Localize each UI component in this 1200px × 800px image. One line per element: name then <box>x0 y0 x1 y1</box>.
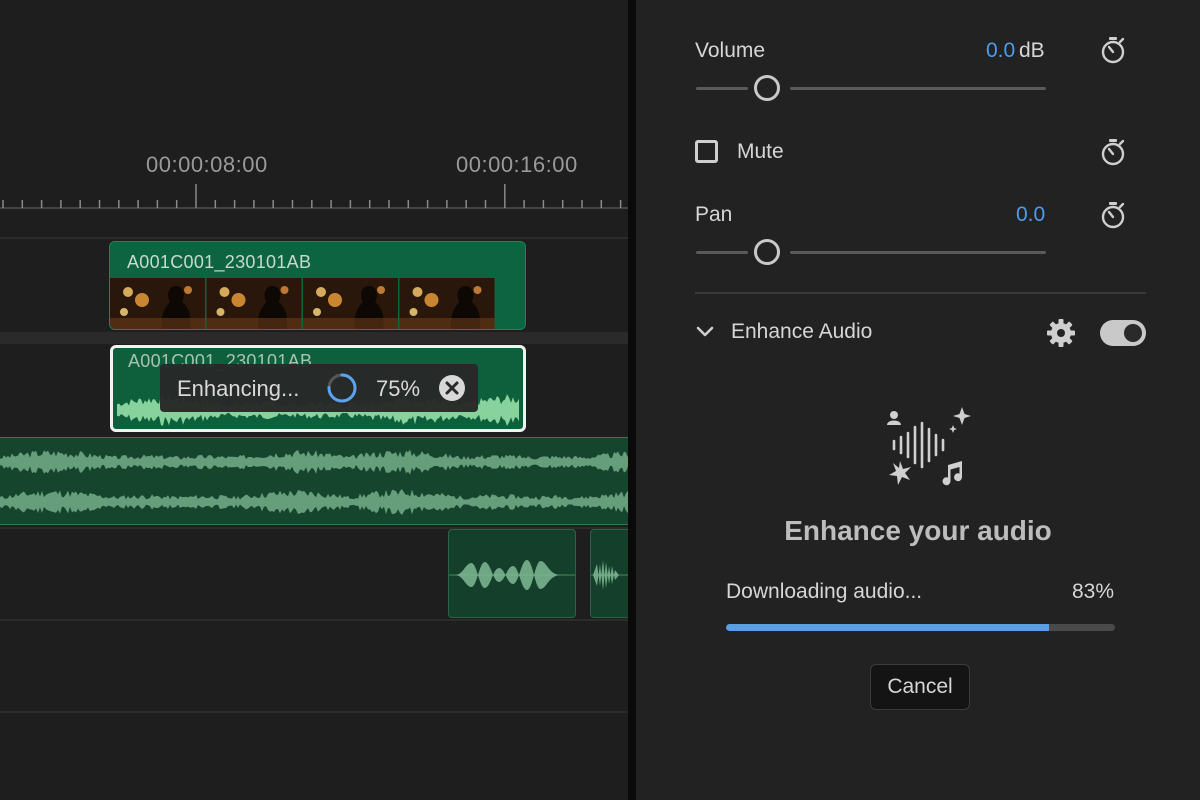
download-status-label: Downloading audio... <box>726 580 923 603</box>
volume-label: Volume <box>695 39 766 62</box>
sfx-waveform <box>449 560 575 590</box>
volume-unit: dB <box>1019 39 1045 62</box>
stopwatch-icon[interactable] <box>1100 138 1126 166</box>
cancel-button[interactable]: Cancel <box>870 664 970 710</box>
video-thumbnail <box>110 278 205 329</box>
video-thumbnail <box>303 278 398 329</box>
timeline-panel[interactable]: 00:00:08:00 00:00:16:00 A001C001_230101A… <box>0 0 628 800</box>
section-divider <box>695 292 1146 294</box>
slider-track-left <box>696 251 748 254</box>
track-divider <box>0 619 628 621</box>
pan-value[interactable]: 0.0 <box>1016 203 1045 227</box>
spinner-icon <box>327 373 357 403</box>
slider-knob[interactable] <box>754 239 780 265</box>
stopwatch-icon[interactable] <box>1100 36 1126 64</box>
enhancing-status-label: Enhancing... <box>177 376 300 401</box>
video-clip-name: A001C001_230101AB <box>127 252 312 272</box>
track-divider <box>0 711 628 713</box>
stereo-waveform <box>0 449 628 515</box>
panel-divider[interactable] <box>628 0 636 800</box>
volume-value[interactable]: 0.0 <box>986 39 1015 63</box>
pan-slider[interactable] <box>696 237 1046 267</box>
track-divider <box>0 332 628 344</box>
gear-icon[interactable] <box>1046 318 1076 348</box>
timecode-label-16s: 00:00:16:00 <box>456 152 578 177</box>
sfx-clip[interactable] <box>448 529 576 618</box>
mute-label: Mute <box>737 140 784 163</box>
slider-track-right <box>790 87 1046 90</box>
sfx-waveform <box>591 560 628 590</box>
enhance-audio-section-title[interactable]: Enhance Audio <box>731 320 872 344</box>
pan-label: Pan <box>695 203 733 226</box>
toggle-knob <box>1124 324 1142 342</box>
video-thumbnails <box>110 278 495 329</box>
time-ruler[interactable] <box>0 180 628 212</box>
volume-slider[interactable] <box>696 73 1046 103</box>
download-progress-fill <box>726 624 1049 631</box>
enhancing-status-overlay: Enhancing... 75% <box>160 364 478 412</box>
track-divider <box>0 237 628 239</box>
enhance-audio-toggle[interactable] <box>1100 320 1146 346</box>
video-thumbnail <box>399 278 495 329</box>
stopwatch-icon[interactable] <box>1100 201 1126 229</box>
stereo-audio-clip[interactable] <box>0 437 628 525</box>
enhancing-percent: 75% <box>376 376 421 401</box>
mute-checkbox[interactable] <box>695 140 718 163</box>
slider-track-left <box>696 87 748 90</box>
chevron-down-icon[interactable] <box>695 322 715 342</box>
timecode-label-8s: 00:00:08:00 <box>146 152 268 177</box>
slider-knob[interactable] <box>754 75 780 101</box>
sfx-clip[interactable] <box>590 529 628 618</box>
video-thumbnail <box>206 278 302 329</box>
slider-track-right <box>790 251 1046 254</box>
close-circle-icon[interactable] <box>438 374 466 402</box>
download-progress-bar <box>726 624 1115 631</box>
video-clip[interactable]: A001C001_230101AB <box>109 241 526 330</box>
audio-properties-panel: Volume 0.0 dB Mute Pan 0.0 Enhance Audio… <box>636 0 1200 800</box>
enhance-audio-illustration-icon <box>887 407 971 486</box>
download-percent: 83% <box>1071 580 1114 603</box>
enhance-heading: Enhance your audio <box>784 515 1052 546</box>
